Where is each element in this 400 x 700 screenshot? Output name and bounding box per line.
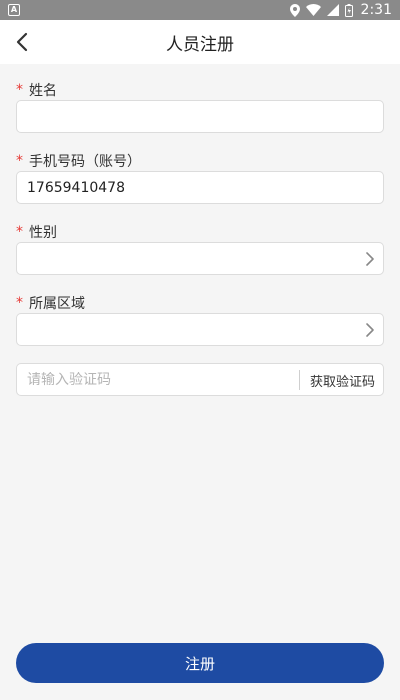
status-time: 2:31	[360, 2, 392, 18]
back-button[interactable]	[6, 26, 38, 58]
required-mark: *	[16, 82, 23, 98]
status-right: 2:31	[289, 2, 392, 18]
name-label-text: 姓名	[29, 83, 57, 99]
chevron-right-icon	[366, 323, 374, 337]
wifi-icon	[305, 4, 321, 16]
phone-field-box	[16, 171, 384, 204]
name-label: * 姓名	[16, 80, 57, 100]
name-field-box	[16, 100, 384, 133]
status-bar: A 2:31	[0, 0, 400, 20]
name-input[interactable]	[27, 108, 373, 125]
phone-label: * 手机号码（账号）	[16, 151, 141, 171]
phone-input[interactable]	[27, 179, 373, 196]
battery-icon	[344, 3, 353, 17]
app-header: 人员注册	[0, 20, 400, 64]
page-title: 人员注册	[166, 34, 234, 55]
register-button[interactable]: 注册	[16, 643, 384, 683]
gender-label: * 性别	[16, 222, 57, 242]
phone-label-text: 手机号码（账号）	[29, 154, 141, 170]
notification-icon: A	[8, 4, 20, 16]
region-select[interactable]	[16, 313, 384, 346]
status-left: A	[8, 4, 20, 16]
code-field-box: 获取验证码	[16, 363, 384, 396]
verification-code-input[interactable]	[27, 371, 297, 388]
required-mark: *	[16, 153, 23, 169]
get-code-button[interactable]: 获取验证码	[298, 370, 383, 390]
gender-select[interactable]	[16, 242, 384, 275]
signal-icon	[326, 4, 339, 16]
required-mark: *	[16, 224, 23, 240]
region-label: * 所属区域	[16, 293, 85, 313]
region-label-text: 所属区域	[29, 296, 85, 312]
chevron-right-icon	[366, 252, 374, 266]
required-mark: *	[16, 295, 23, 311]
gender-label-text: 性别	[29, 225, 57, 241]
chevron-left-icon	[16, 32, 28, 52]
location-icon	[289, 3, 300, 17]
